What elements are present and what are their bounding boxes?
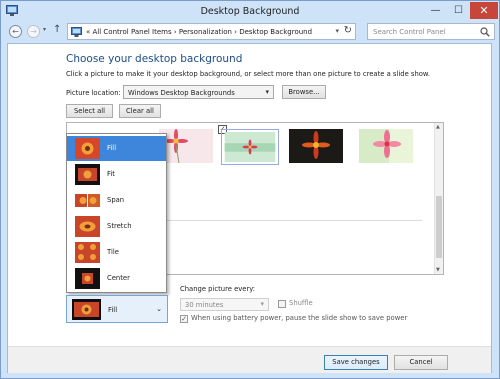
search-placeholder: Search Control Panel	[373, 28, 446, 36]
picture-location-label: Picture location:	[66, 89, 121, 97]
position-option-label: Stretch	[107, 222, 132, 230]
breadcrumb[interactable]: « All Control Panel Items › Personalizat…	[86, 28, 312, 36]
thumbnail-flower-pink[interactable]	[159, 129, 213, 163]
change-picture-label: Change picture every:	[180, 285, 256, 293]
position-preview-icon	[72, 299, 101, 320]
fill-preview-icon	[75, 138, 100, 159]
position-option-label: Span	[107, 196, 125, 204]
battery-pause-checkbox[interactable]: ✓	[180, 315, 188, 323]
gallery-scrollbar[interactable]: ▲ ▼	[434, 123, 443, 274]
shuffle-checkbox[interactable]	[278, 300, 286, 308]
change-interval-select[interactable]: 30 minutes ▾	[180, 298, 269, 311]
recent-locations-icon[interactable]: ▾	[43, 26, 46, 33]
battery-pause-label: When using battery power, pause the slid…	[191, 314, 408, 322]
back-button[interactable]: ←	[9, 25, 22, 38]
scroll-up-icon[interactable]: ▲	[436, 124, 440, 130]
position-option-span[interactable]: Span	[67, 188, 166, 213]
clear-all-button[interactable]: Clear all	[119, 104, 161, 118]
position-option-label: Fill	[107, 144, 117, 152]
position-option-label: Fit	[107, 170, 115, 178]
position-option-fit[interactable]: Fit	[67, 162, 166, 187]
content-pane: Choose your desktop background Click a p…	[7, 43, 492, 373]
chevron-down-icon: ⌄	[156, 305, 162, 313]
thumbnail-flower-red-dark[interactable]	[289, 129, 343, 163]
thumbnail-flower-green[interactable]	[221, 129, 279, 165]
position-option-fill[interactable]: Fill	[67, 136, 166, 161]
browse-button[interactable]: Browse...	[282, 85, 326, 99]
search-icon[interactable]	[480, 27, 490, 37]
up-level-button[interactable]: ↑	[53, 24, 61, 35]
chevron-down-icon: ▾	[260, 300, 264, 308]
picture-location-value: Windows Desktop Backgrounds	[128, 89, 235, 97]
forward-button[interactable]: →	[27, 25, 40, 38]
tile-preview-icon	[75, 242, 100, 263]
span-preview-icon	[75, 190, 100, 211]
picture-position-select[interactable]: Fill ⌄	[66, 295, 168, 323]
page-description: Click a picture to make it your desktop …	[66, 70, 431, 78]
chevron-down-icon: ▾	[265, 88, 269, 96]
center-preview-icon	[75, 268, 100, 289]
interval-value: 30 minutes	[185, 301, 224, 309]
scrollbar-thumb[interactable]	[436, 196, 442, 258]
picture-location-select[interactable]: Windows Desktop Backgrounds ▾	[123, 85, 274, 99]
title-bar[interactable]: Desktop Background — ☐ ✕	[1, 1, 499, 22]
scroll-down-icon[interactable]: ▼	[436, 267, 440, 273]
maximize-button[interactable]: ☐	[447, 2, 470, 19]
picture-position-value: Fill	[108, 306, 118, 314]
select-all-button[interactable]: Select all	[66, 104, 113, 118]
position-option-tile[interactable]: Tile	[67, 240, 166, 265]
page-title: Choose your desktop background	[66, 53, 243, 65]
save-changes-button[interactable]: Save changes	[324, 355, 388, 370]
cancel-button[interactable]: Cancel	[394, 355, 448, 370]
address-dropdown-icon[interactable]: ▾	[335, 27, 339, 35]
position-option-center[interactable]: Center	[67, 266, 166, 291]
search-input[interactable]: Search Control Panel	[367, 23, 495, 40]
navigation-bar: ← → ▾ ↑ « All Control Panel Items › Pers…	[5, 23, 495, 41]
dialog-footer: Save changes Cancel	[8, 346, 491, 373]
address-bar[interactable]: « All Control Panel Items › Personalizat…	[67, 23, 356, 40]
stretch-preview-icon	[75, 216, 100, 237]
position-option-label: Tile	[107, 248, 119, 256]
desktop-background-window: Desktop Background — ☐ ✕ ← → ▾ ↑ « All C…	[0, 0, 500, 379]
shuffle-label: Shuffle	[289, 299, 313, 307]
thumbnail-flower-soft-pink[interactable]	[359, 129, 413, 163]
position-option-label: Center	[107, 274, 130, 282]
fit-preview-icon	[75, 164, 100, 185]
close-button[interactable]: ✕	[470, 2, 498, 19]
position-option-stretch[interactable]: Stretch	[67, 214, 166, 239]
picture-position-dropdown-list[interactable]: Fill Fit Span Stretch Tile Center	[66, 133, 167, 293]
gallery-separator	[167, 220, 422, 221]
control-panel-icon	[71, 27, 82, 37]
minimize-button[interactable]: —	[424, 2, 447, 19]
refresh-icon[interactable]: ↻	[344, 25, 352, 36]
